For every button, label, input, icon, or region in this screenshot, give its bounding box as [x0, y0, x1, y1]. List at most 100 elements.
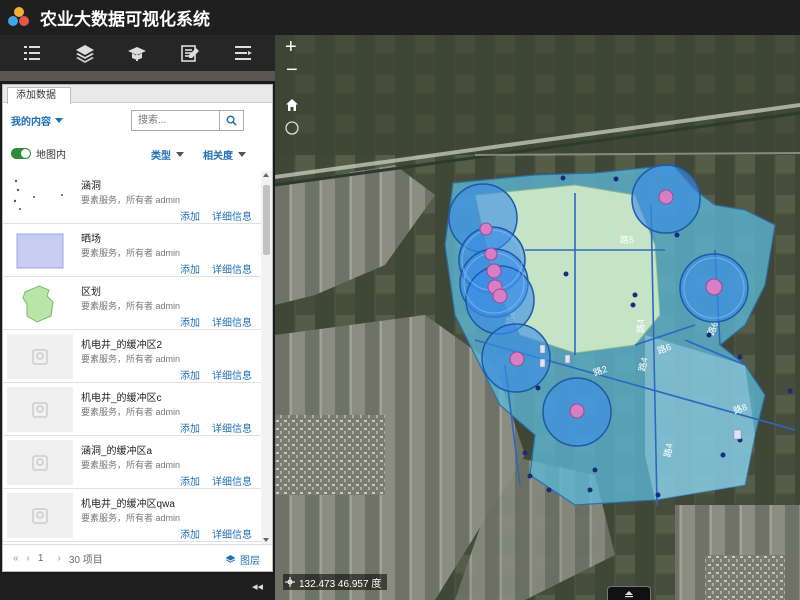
item-title: 机电井_的缓冲区qwa — [81, 499, 175, 510]
add-layer-button[interactable]: 添加 — [180, 208, 200, 223]
add-layer-button[interactable]: 添加 — [180, 473, 200, 488]
search-button[interactable] — [219, 111, 243, 130]
map-placeholder-icon — [32, 507, 48, 524]
app-logo-icon — [8, 6, 30, 29]
zoom-out-button[interactable]: − — [286, 59, 298, 82]
type-filter-label: 类型 — [151, 151, 171, 162]
add-layer-button[interactable]: 添加 — [180, 367, 200, 382]
road-label-2: 路4 — [635, 319, 646, 333]
tab-bar: 添加数据 — [3, 85, 272, 104]
search-box — [131, 110, 244, 131]
scroll-thumb[interactable] — [263, 185, 270, 255]
chevron-down-icon — [176, 152, 184, 157]
item-subtitle: 要素服务，所有者 admin — [81, 513, 181, 523]
search-icon — [226, 115, 237, 126]
add-data-panel: 添加数据 我的内容 地图内 类型 相关度 涵洞要素服务，所有者 admin添加详… — [2, 84, 273, 572]
item-thumbnail — [7, 334, 73, 379]
item-thumbnail — [7, 281, 73, 326]
item-subtitle: 要素服务，所有者 admin — [81, 354, 181, 364]
chevron-down-icon — [55, 117, 63, 123]
in-map-toggle[interactable] — [11, 147, 31, 159]
layers-icon — [75, 45, 94, 63]
locate-icon — [285, 121, 299, 135]
item-subtitle: 要素服务，所有者 admin — [81, 301, 181, 311]
pager: « ‹ 1 › 30 项目 图层 — [3, 544, 272, 572]
list-icon — [24, 46, 41, 60]
list-item[interactable]: 涵洞_的缓冲区a 要素服务，所有者 admin 添加 详细信息 — [3, 436, 261, 489]
collapse-panel-button[interactable]: ◂◂ — [252, 580, 263, 593]
app-title: 农业大数据可视化系统 — [40, 10, 210, 30]
layers-icon — [225, 555, 236, 563]
scrollbar[interactable] — [261, 171, 272, 544]
list-item[interactable]: 晒场要素服务，所有者 admin 添加 详细信息 — [3, 224, 261, 277]
toolbar-divider — [0, 71, 275, 81]
locate-button[interactable] — [284, 119, 300, 142]
basemap-button[interactable] — [121, 39, 153, 67]
layers-button[interactable] — [69, 39, 101, 67]
item-thumbnail — [7, 175, 73, 220]
coordinate-text: 132.473 46.957 度 — [299, 578, 382, 590]
map-canvas: 路5 路4 路4 路6 路2 路8 路6 路4 路1 — [275, 35, 800, 600]
list-button[interactable] — [16, 39, 48, 67]
item-thumbnail — [7, 493, 73, 538]
menu-icon — [234, 46, 252, 60]
add-layer-button[interactable]: 添加 — [180, 420, 200, 435]
panel-footer: ◂◂ — [0, 574, 275, 600]
map-placeholder-icon — [32, 401, 48, 418]
home-button[interactable] — [285, 95, 299, 118]
item-subtitle: 要素服务，所有者 admin — [81, 407, 181, 417]
add-layer-button[interactable]: 添加 — [180, 314, 200, 329]
coordinate-readout: 132.473 46.957 度 — [283, 574, 388, 590]
details-link[interactable]: 详细信息 — [212, 208, 252, 223]
edit-button[interactable] — [174, 39, 206, 67]
item-subtitle: 要素服务，所有者 admin — [81, 195, 181, 205]
app-header: 农业大数据可视化系统 — [0, 0, 800, 35]
list-item[interactable]: 机电井_的缓冲区c 要素服务，所有者 admin 添加 详细信息 — [3, 383, 261, 436]
relevance-sort-dropdown[interactable]: 相关度 — [203, 147, 246, 162]
scroll-up-arrow-icon[interactable] — [263, 173, 269, 177]
item-thumbnail — [7, 387, 73, 432]
item-title: 机电井_的缓冲区2 — [81, 340, 163, 351]
add-layer-button[interactable]: 添加 — [180, 526, 200, 541]
list-item[interactable]: 机电井_的缓冲区2 要素服务，所有者 admin 添加 详细信息 — [3, 330, 261, 383]
expand-attribute-table-button[interactable] — [607, 586, 651, 600]
details-link[interactable]: 详细信息 — [212, 314, 252, 329]
item-title: 涵洞_的缓冲区a — [81, 446, 153, 457]
item-title: 区划 — [81, 287, 101, 298]
road-label-1: 路5 — [620, 234, 634, 245]
item-title: 晒场 — [81, 234, 101, 245]
next-page-button[interactable]: › — [57, 553, 60, 564]
prev-page-button[interactable]: ‹ — [27, 553, 30, 564]
type-filter-dropdown[interactable]: 类型 — [151, 147, 184, 162]
first-page-button[interactable]: « — [13, 553, 19, 564]
my-content-label: 我的内容 — [11, 116, 51, 128]
details-link[interactable]: 详细信息 — [212, 367, 252, 382]
filter-row: 我的内容 — [3, 103, 272, 137]
details-link[interactable]: 详细信息 — [212, 473, 252, 488]
list-item[interactable]: 区划要素服务，所有者 admin 添加 详细信息 — [3, 277, 261, 330]
list-item[interactable]: 涵洞要素服务，所有者 admin 添加 详细信息 — [3, 171, 261, 224]
list-item[interactable]: 机电井_的缓冲区qwa 要素服务，所有者 admin 添加 详细信息 — [3, 489, 261, 542]
scroll-down-arrow-icon[interactable] — [263, 538, 269, 542]
page-number: 1 — [37, 553, 44, 564]
details-link[interactable]: 详细信息 — [212, 261, 252, 276]
search-input[interactable] — [132, 111, 219, 130]
tab-add-data[interactable]: 添加数据 — [7, 87, 71, 104]
my-content-dropdown[interactable]: 我的内容 — [11, 113, 63, 128]
item-subtitle: 要素服务，所有者 admin — [81, 460, 181, 470]
details-link[interactable]: 详细信息 — [212, 526, 252, 541]
item-subtitle: 要素服务，所有者 admin — [81, 248, 181, 258]
zoom-in-button[interactable]: + — [285, 36, 297, 59]
add-layer-button[interactable]: 添加 — [180, 261, 200, 276]
map-placeholder-icon — [32, 348, 48, 365]
item-list: 涵洞 要素服务，所有者 admin 添加 详细信息 晒场 要素服务，所有者 admin 添加… — [3, 171, 261, 544]
polygon-layer-icon — [16, 233, 64, 268]
layers-link-label: 图层 — [240, 556, 260, 567]
home-icon — [286, 99, 298, 111]
menu-button[interactable] — [227, 39, 259, 67]
details-link[interactable]: 详细信息 — [212, 420, 252, 435]
toolbar — [0, 35, 275, 71]
layers-link[interactable]: 图层 — [225, 552, 260, 567]
item-title: 涵洞 — [81, 181, 101, 192]
map-view[interactable]: 路5 路4 路4 路6 路2 路8 路6 路4 路1 — [275, 35, 800, 600]
